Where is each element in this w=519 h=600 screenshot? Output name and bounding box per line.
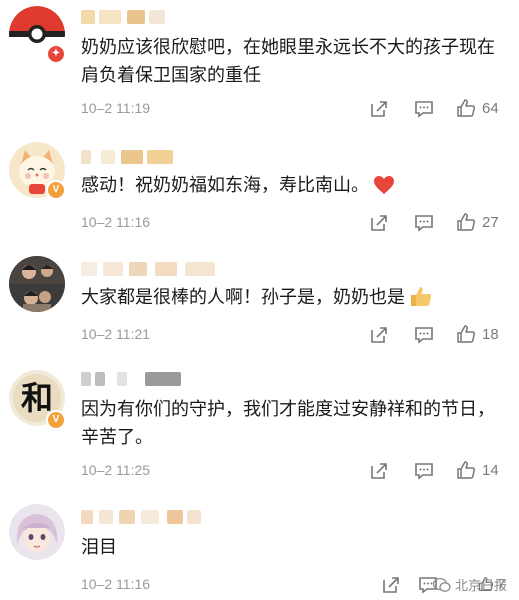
comment-time: 10–2 11:19: [81, 100, 151, 116]
like-icon[interactable]: [456, 212, 476, 232]
share-icon[interactable]: [370, 100, 388, 118]
heart-emoji-icon: [373, 175, 395, 204]
verified-badge-icon: V: [46, 410, 66, 430]
comment-text: 奶奶应该很欣慰吧，在她眼里永远长不大的孩子现在肩负着保卫国家的重任: [81, 37, 495, 86]
comment-text: 泪目: [81, 537, 117, 558]
comment-time: 10–2 11:21: [81, 326, 151, 342]
username-blurred[interactable]: [81, 10, 171, 24]
comment-text: 大家都是很棒的人啊！孙子是，奶奶也是: [81, 284, 501, 316]
share-icon[interactable]: [370, 214, 388, 232]
like-count: 27: [482, 214, 499, 231]
comment-item: ✦ 奶奶应该很欣慰吧，在她眼里永远长不大的孩子现在肩负着保卫国家的重任 10–2…: [0, 0, 519, 122]
comment-text-content: 大家都是很棒的人啊！孙子是，奶奶也是: [81, 287, 405, 308]
comment-time: 10–2 11:25: [81, 462, 151, 478]
share-icon[interactable]: [370, 326, 388, 344]
comment-icon[interactable]: [414, 100, 434, 118]
like-icon[interactable]: [456, 324, 476, 344]
comment-item: 大家都是很棒的人啊！孙子是，奶奶也是 10–2 11:21 18: [0, 242, 519, 354]
avatar[interactable]: [9, 504, 65, 560]
comment-item: V 感动！祝奶奶福如东海，寿比南山。 10–2 11:16 27: [0, 122, 519, 242]
comment-icon[interactable]: [414, 326, 434, 344]
comment-text: 因为有你们的守护，我们才能度过安静祥和的节日，辛苦了。: [81, 399, 495, 448]
wechat-icon: [432, 577, 451, 592]
username-blurred[interactable]: [81, 150, 191, 164]
watermark-text: 北京日报: [454, 579, 507, 594]
photo-avatar-icon: [9, 256, 65, 312]
comment-text-content: 感动！祝奶奶福如东海，寿比南山。: [81, 175, 369, 196]
watermark: 北京日报: [432, 575, 507, 594]
like-count: 14: [482, 462, 499, 479]
username-blurred[interactable]: [81, 372, 191, 386]
comment-item: 和 V 因为有你们的守护，我们才能度过安静祥和的节日，辛苦了。 10–2 11:…: [0, 354, 519, 488]
comment-time: 10–2 11:16: [81, 214, 151, 230]
comment-time: 10–2 11:16: [81, 576, 151, 592]
share-icon[interactable]: [370, 462, 388, 480]
verified-badge-icon: ✦: [46, 44, 66, 64]
username-blurred[interactable]: [81, 262, 231, 276]
comment-icon[interactable]: [414, 214, 434, 232]
like-icon[interactable]: [456, 460, 476, 480]
like-count: 18: [482, 326, 499, 343]
anime-girl-icon: [9, 504, 65, 560]
verified-badge-icon: V: [46, 180, 66, 200]
like-icon[interactable]: [456, 98, 476, 118]
avatar[interactable]: [9, 256, 65, 312]
comment-icon[interactable]: [414, 462, 434, 480]
thumbs-up-emoji-icon: [409, 285, 433, 316]
username-blurred[interactable]: [81, 510, 221, 524]
like-count: 64: [482, 100, 499, 117]
share-icon[interactable]: [382, 576, 400, 594]
comment-text: 感动！祝奶奶福如东海，寿比南山。: [81, 172, 501, 204]
